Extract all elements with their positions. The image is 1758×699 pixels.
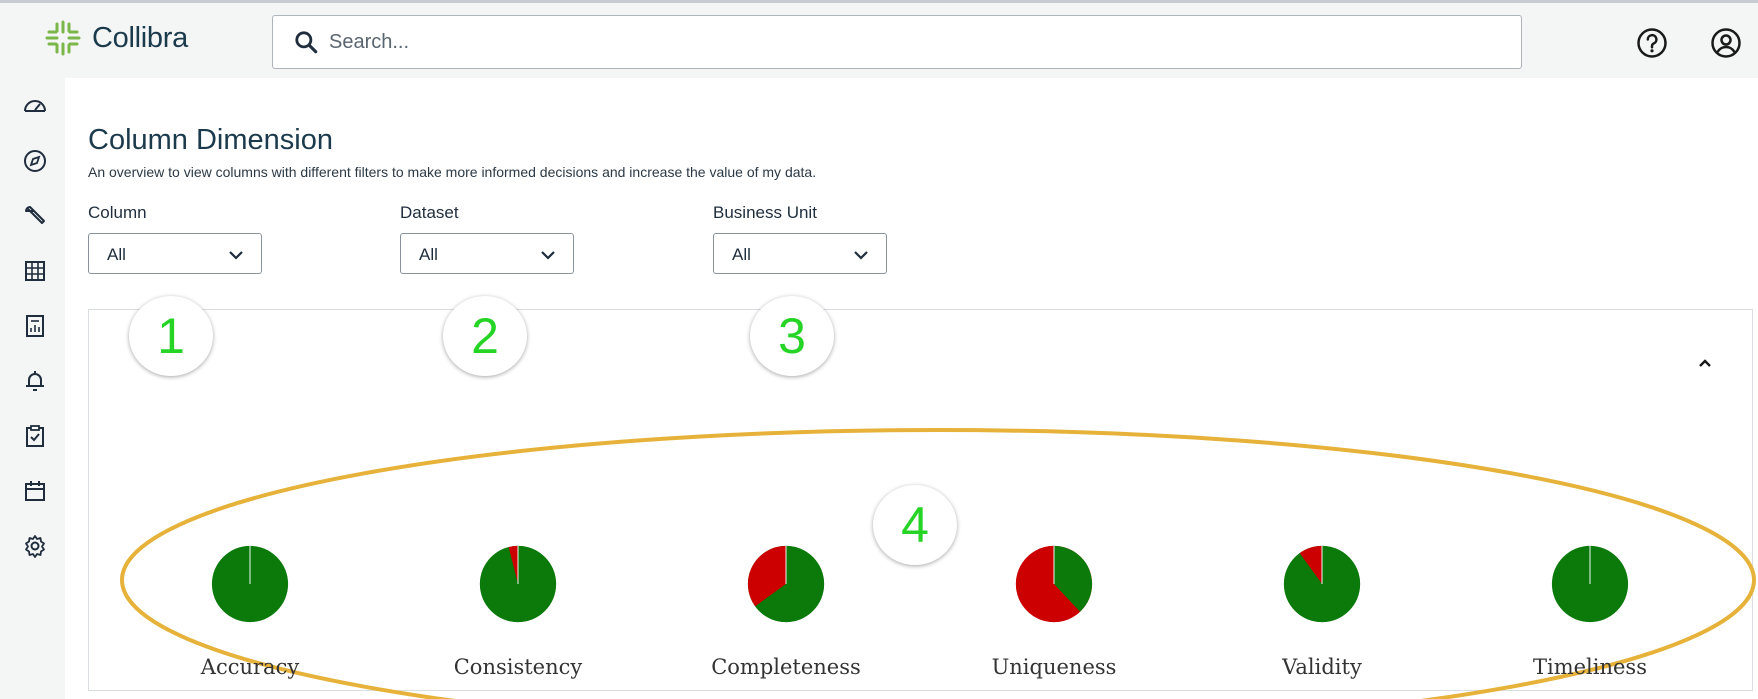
validity-pie [1283,545,1361,623]
completeness-label: Completeness [711,655,861,679]
table-icon[interactable] [22,258,48,284]
validity-label: Validity [1282,655,1362,679]
sidebar [0,78,65,699]
dataset-filter-select[interactable]: All [400,233,574,274]
business-unit-filter-label: Business Unit [713,203,817,222]
timeliness-pie [1551,545,1629,623]
completeness-pie [747,545,825,623]
uniqueness-pie [1015,545,1093,623]
report-icon[interactable] [22,313,48,339]
compass-icon[interactable] [22,148,48,174]
clipboard-check-icon[interactable] [22,423,48,449]
accuracy-label: Accuracy [200,655,300,679]
gear-icon[interactable] [22,533,48,559]
chevron-down-icon [541,251,555,260]
search-input[interactable]: Search... [329,31,409,54]
app-name: Collibra [92,21,188,54]
bell-icon[interactable] [22,368,48,394]
accuracy-pie [211,545,289,623]
uniqueness-label: Uniqueness [991,655,1117,679]
annotation-4: 4 [873,485,957,565]
page-subtitle: An overview to view columns with differe… [88,164,817,180]
annotation-2: 2 [443,296,527,376]
business-unit-filter-select[interactable]: All [713,233,887,274]
user-account-icon[interactable] [1710,27,1742,59]
collibra-logo[interactable]: Collibra [44,19,188,57]
dataset-filter-value: All [419,245,438,264]
business-unit-filter-value: All [732,245,751,264]
consistency-pie [479,545,557,623]
dashboard-icon[interactable] [22,93,48,119]
dataset-filter-label: Dataset [400,203,459,222]
annotation-3: 3 [750,296,834,376]
column-filter-label: Column [88,203,147,222]
column-filter-value: All [107,245,126,264]
consistency-label: Consistency [453,655,583,679]
wrench-icon[interactable] [22,203,48,229]
search-bar[interactable]: Search... [272,15,1522,69]
chevron-up-icon[interactable] [1694,352,1716,374]
search-icon [295,31,318,54]
chevron-down-icon [854,251,868,260]
timeliness-label: Timeliness [1532,655,1647,679]
calendar-icon[interactable] [22,478,48,504]
annotation-1: 1 [129,296,213,376]
help-icon[interactable] [1636,27,1668,59]
collibra-logo-icon [45,20,81,56]
column-filter-select[interactable]: All [88,233,262,274]
chevron-down-icon [229,251,243,260]
page-title: Column Dimension [88,124,333,156]
top-bar: Collibra Search... [0,0,1758,78]
